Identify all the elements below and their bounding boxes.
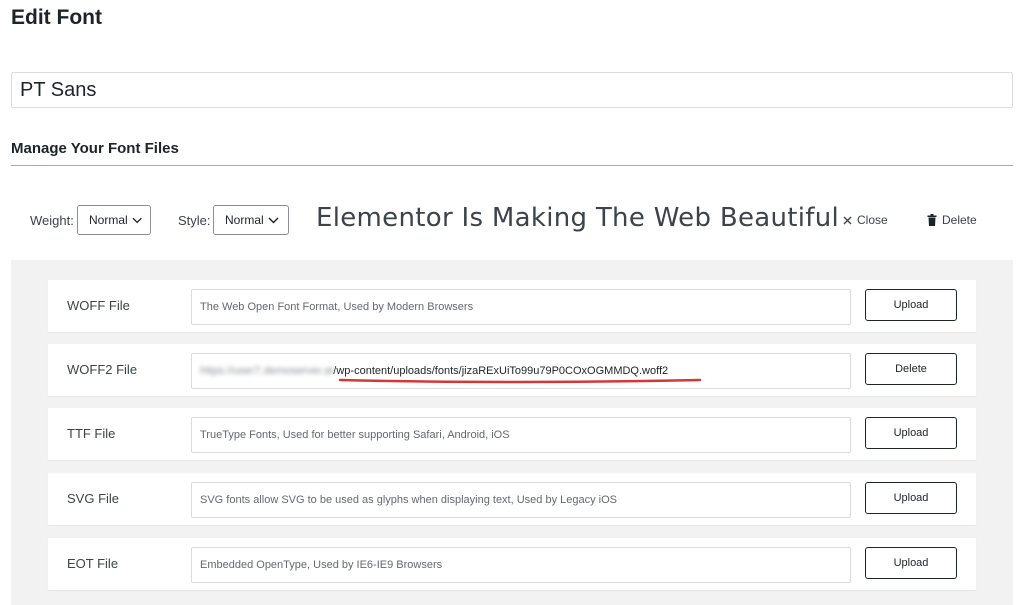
file-row-woff: WOFF File The Web Open Font Format, Used… [48, 280, 976, 332]
font-name-input[interactable] [11, 72, 1013, 108]
upload-button-ttf[interactable]: Upload [865, 417, 957, 449]
chevron-down-icon [268, 217, 279, 223]
style-label: Style: [178, 213, 211, 228]
file-url-input-woff2[interactable]: https://user7.demoserver.at/wp-content/u… [191, 353, 851, 389]
file-label-woff: WOFF File [67, 298, 130, 313]
font-preview-text: Elementor Is Making The Web Beautiful [316, 203, 840, 233]
file-label-svg: SVG File [67, 491, 120, 506]
file-row-eot: EOT File Embedded OpenType, Used by IE6-… [48, 538, 976, 590]
style-select-value: Normal [225, 213, 264, 227]
file-url-path: /wp-content/uploads/fonts/jizaRExUiTo99u… [333, 365, 669, 377]
delete-label: Delete [942, 213, 977, 227]
file-url-input-eot[interactable]: Embedded OpenType, Used by IE6-IE9 Brows… [191, 547, 851, 583]
file-url-input-ttf[interactable]: TrueType Fonts, Used for better supporti… [191, 417, 851, 453]
close-icon [843, 216, 852, 224]
upload-button-svg[interactable]: Upload [865, 482, 957, 514]
style-select[interactable]: Normal [213, 205, 289, 235]
weight-label: Weight: [30, 213, 74, 228]
upload-button-woff[interactable]: Upload [865, 289, 957, 321]
file-row-svg: SVG File SVG fonts allow SVG to be used … [48, 473, 976, 525]
trash-icon [927, 214, 937, 226]
font-variation-bar: Weight: Normal Style: Normal Elementor I… [0, 195, 1024, 245]
section-divider [11, 165, 1013, 166]
manage-files-heading: Manage Your Font Files [11, 140, 179, 157]
annotation-underline [338, 378, 702, 384]
weight-select-value: Normal [89, 213, 128, 227]
file-url-host: https://user7.demoserver.at [200, 365, 334, 377]
page-title: Edit Font [11, 6, 102, 29]
file-url-input-woff[interactable]: The Web Open Font Format, Used by Modern… [191, 289, 851, 325]
chevron-down-icon [132, 217, 142, 223]
file-label-woff2: WOFF2 File [67, 362, 138, 377]
file-row-woff2: WOFF2 File https://user7.demoserver.at/w… [48, 344, 976, 396]
upload-button-eot[interactable]: Upload [865, 547, 957, 579]
weight-select[interactable]: Normal [77, 205, 151, 235]
file-label-eot: EOT File [67, 556, 119, 571]
close-label: Close [857, 213, 888, 227]
close-button[interactable]: Close [843, 213, 888, 227]
font-files-panel: WOFF File The Web Open Font Format, Used… [11, 260, 1013, 605]
delete-variation-button[interactable]: Delete [927, 213, 977, 227]
file-row-ttf: TTF File TrueType Fonts, Used for better… [48, 408, 976, 460]
file-label-ttf: TTF File [67, 426, 116, 441]
file-url-input-svg[interactable]: SVG fonts allow SVG to be used as glyphs… [191, 482, 851, 518]
delete-button-woff2[interactable]: Delete [865, 353, 957, 385]
